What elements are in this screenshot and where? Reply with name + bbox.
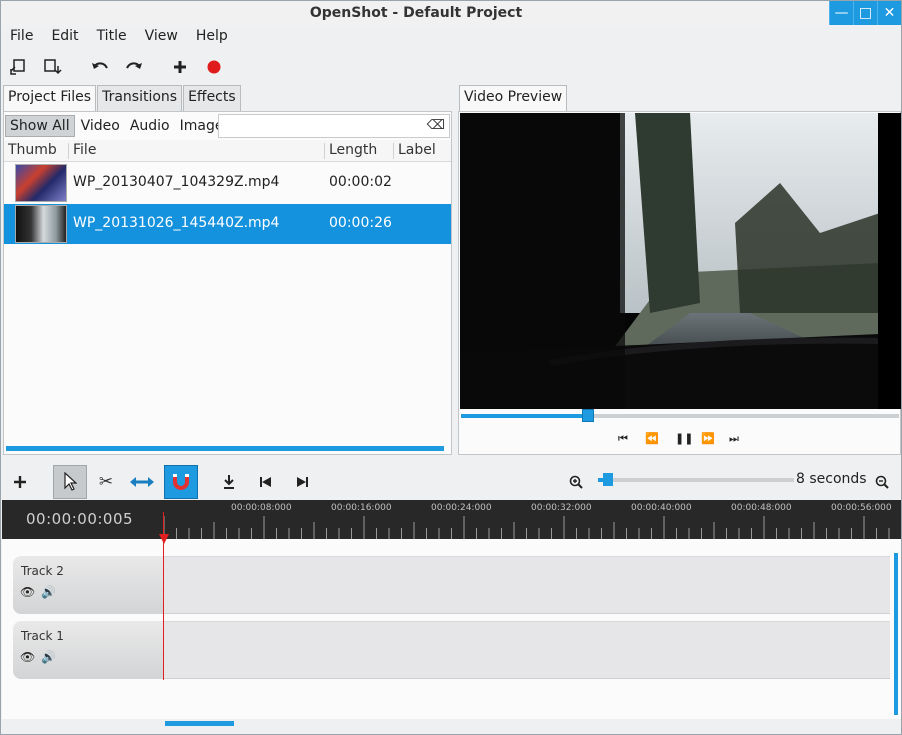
next-marker-icon[interactable] [285, 465, 319, 499]
track-controls: 👁 🔊 [20, 650, 56, 664]
filter-video[interactable]: Video [77, 116, 124, 136]
track-lane[interactable] [164, 621, 890, 679]
ruler-label: 00:00:48:000 [731, 503, 792, 513]
main-toolbar [1, 54, 901, 80]
column-label[interactable]: Label [398, 142, 436, 158]
ruler-label: 00:00:56:000 [831, 503, 892, 513]
zoom-slider[interactable] [598, 473, 794, 486]
track-lane[interactable] [164, 556, 890, 614]
import-files-icon[interactable] [7, 56, 29, 78]
column-thumb[interactable]: Thumb [8, 142, 57, 158]
menu-view[interactable]: View [140, 26, 183, 48]
jump-end-icon[interactable]: ⏭ [729, 432, 739, 446]
column-file[interactable]: File [73, 142, 96, 158]
ruler-label: 00:00:08:000 [231, 503, 292, 513]
record-icon[interactable] [203, 56, 225, 78]
menu-edit[interactable]: Edit [46, 26, 83, 48]
seek-bar-fill [461, 414, 589, 418]
razor-icon[interactable]: ✂ [89, 465, 123, 499]
track-name: Track 2 [21, 564, 64, 578]
tab-video-preview[interactable]: Video Preview [459, 85, 568, 111]
redo-icon[interactable] [123, 56, 145, 78]
table-row[interactable]: WP_20130407_104329Z.mp4 00:00:02 [4, 163, 451, 203]
file-name: WP_20130407_104329Z.mp4 [73, 174, 280, 190]
ruler-label: 00:00:40:000 [631, 503, 692, 513]
add-track-icon[interactable] [169, 56, 191, 78]
eye-icon[interactable]: 👁 [20, 650, 35, 664]
playhead-marker[interactable] [159, 534, 169, 544]
file-length: 00:00:26 [329, 215, 392, 231]
timeline-ruler[interactable]: 00:00:00:005 00:00:08:000 00:00:16:000 0… [2, 500, 901, 539]
project-tabs: Project Files Transitions Effects [3, 85, 242, 111]
tab-transitions[interactable]: Transitions [97, 85, 183, 111]
preview-tabs: Video Preview [459, 85, 568, 111]
speaker-icon[interactable]: 🔊 [41, 650, 56, 664]
track-header[interactable]: Track 1 👁 🔊 [13, 621, 164, 679]
zoom-label: 8 seconds [796, 471, 867, 487]
video-frame [460, 113, 901, 409]
minimize-icon[interactable]: — [829, 1, 853, 25]
filter-search-input[interactable]: ⌫ [218, 114, 450, 138]
ruler-label: 00:00:16:000 [331, 503, 392, 513]
arrow-tool-icon[interactable] [125, 465, 159, 499]
track-header[interactable]: Track 2 👁 🔊 [13, 556, 164, 614]
vertical-scrollbar[interactable] [894, 553, 898, 715]
timeline-horizontal-scrollbar[interactable] [165, 721, 234, 726]
title-bar: OpenShot - Default Project — □ ✕ [1, 1, 901, 26]
clear-icon[interactable]: ⌫ [427, 118, 445, 133]
export-icon[interactable] [42, 56, 64, 78]
menu-bar: File Edit Title View Help [1, 26, 901, 48]
filter-show-all[interactable]: Show All [5, 115, 75, 137]
app-window: OpenShot - Default Project — □ ✕ File Ed… [0, 0, 902, 735]
pause-icon[interactable]: ❚❚ [675, 432, 693, 445]
track-controls: 👁 🔊 [20, 585, 56, 599]
filter-audio[interactable]: Audio [126, 116, 174, 136]
preview-seek-bar[interactable] [461, 409, 899, 422]
window-controls: — □ ✕ [829, 1, 901, 26]
seek-bar-handle[interactable] [582, 409, 595, 422]
window-title: OpenShot - Default Project [309, 5, 523, 21]
file-length: 00:00:02 [329, 174, 392, 190]
tab-effects[interactable]: Effects [183, 85, 241, 111]
menu-file[interactable]: File [5, 26, 38, 48]
fast-forward-icon[interactable]: ⏩ [701, 432, 715, 445]
zoom-slider-handle[interactable] [603, 473, 613, 486]
menu-help[interactable]: Help [191, 26, 233, 48]
zoom-in-icon[interactable] [559, 465, 593, 499]
previous-marker-icon[interactable] [249, 465, 283, 499]
undo-icon[interactable] [89, 56, 111, 78]
table-row[interactable]: WP_20131026_145440Z.mp4 00:00:26 [4, 204, 451, 244]
menu-title[interactable]: Title [92, 26, 132, 48]
video-preview-panel: ⏮ ⏪ ❚❚ ⏩ ⏭ [458, 111, 901, 455]
rewind-icon[interactable]: ⏪ [645, 432, 659, 445]
add-marker-icon[interactable] [212, 465, 246, 499]
thumbnail-image [15, 205, 67, 243]
column-length[interactable]: Length [329, 142, 377, 158]
column-separator [68, 143, 69, 159]
eye-icon[interactable]: 👁 [20, 585, 35, 599]
column-separator [324, 143, 325, 159]
select-pointer-icon[interactable] [53, 465, 87, 499]
ruler-label: 00:00:24:000 [431, 503, 492, 513]
project-files-panel: Show All Video Audio Image ⌫ Thumb File … [3, 111, 452, 455]
add-track-icon[interactable] [3, 465, 37, 499]
filter-bar: Show All Video Audio Image ⌫ [4, 112, 451, 140]
tab-project-files[interactable]: Project Files [3, 85, 97, 111]
speaker-icon[interactable]: 🔊 [41, 585, 56, 599]
thumbnail-image [15, 164, 67, 202]
maximize-icon[interactable]: □ [853, 1, 877, 25]
files-table-header: Thumb File Length Label [4, 140, 451, 162]
close-icon[interactable]: ✕ [877, 1, 901, 25]
jump-start-icon[interactable]: ⏮ [618, 432, 628, 446]
snapping-magnet-icon[interactable] [164, 465, 198, 499]
timeline-tracks: Track 2 👁 🔊 Track 1 👁 🔊 [2, 539, 901, 719]
file-name: WP_20131026_145440Z.mp4 [73, 215, 280, 231]
horizontal-scrollbar[interactable] [6, 446, 444, 451]
ruler-label: 00:00:32:000 [531, 503, 592, 513]
column-separator [393, 143, 394, 159]
zoom-out-icon[interactable] [865, 465, 899, 499]
track-name: Track 1 [21, 629, 64, 643]
